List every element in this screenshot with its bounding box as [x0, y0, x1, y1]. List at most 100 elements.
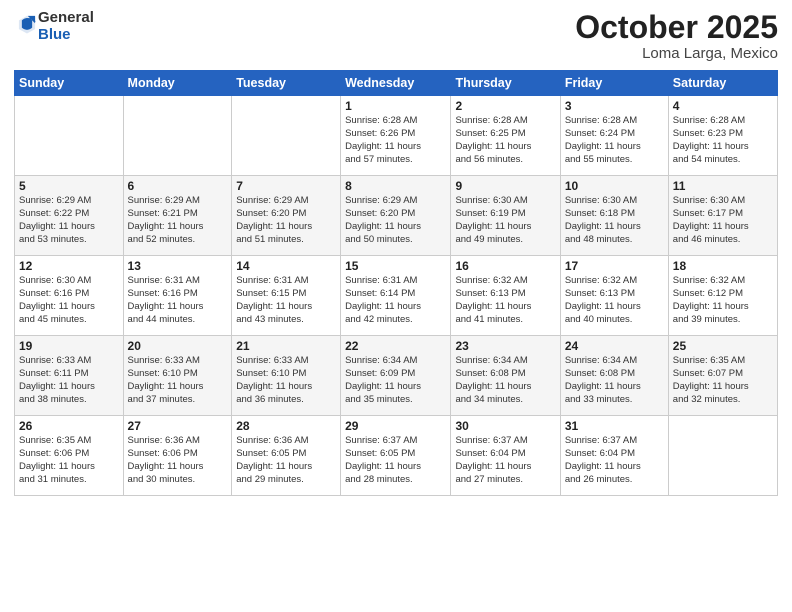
- calendar-cell: 3 Sunrise: 6:28 AM Sunset: 6:24 PM Daylig…: [560, 96, 668, 176]
- day-info: Sunrise: 6:32 AM Sunset: 6:13 PM Dayligh…: [455, 275, 555, 326]
- day-number: 31: [565, 419, 664, 433]
- title-block: October 2025 Loma Larga, Mexico: [575, 10, 778, 62]
- day-number: 15: [345, 259, 446, 273]
- day-info: Sunrise: 6:28 AM Sunset: 6:24 PM Dayligh…: [565, 115, 664, 166]
- day-info: Sunrise: 6:29 AM Sunset: 6:20 PM Dayligh…: [345, 195, 446, 246]
- day-info: Sunrise: 6:37 AM Sunset: 6:05 PM Dayligh…: [345, 435, 446, 486]
- day-number: 7: [236, 179, 336, 193]
- calendar-cell: 12 Sunrise: 6:30 AM Sunset: 6:16 PM Dayli…: [15, 256, 124, 336]
- day-number: 1: [345, 99, 446, 113]
- day-info: Sunrise: 6:31 AM Sunset: 6:15 PM Dayligh…: [236, 275, 336, 326]
- weekday-header-thursday: Thursday: [451, 71, 560, 96]
- calendar-cell: 17Sunrise: 6:32 AM Sunset: 6:13 PM Dayli…: [560, 256, 668, 336]
- day-info: Sunrise: 6:32 AM Sunset: 6:12 PM Dayligh…: [673, 275, 773, 326]
- calendar-cell: 29 Sunrise: 6:37 AM Sunset: 6:05 PM Dayli…: [341, 416, 451, 496]
- calendar-cell: 11Sunrise: 6:30 AM Sunset: 6:17 PM Dayli…: [668, 176, 777, 256]
- calendar-cell: 6 Sunrise: 6:29 AM Sunset: 6:21 PM Daylig…: [123, 176, 232, 256]
- day-number: 5: [19, 179, 119, 193]
- weekday-header-friday: Friday: [560, 71, 668, 96]
- day-info: Sunrise: 6:37 AM Sunset: 6:04 PM Dayligh…: [455, 435, 555, 486]
- day-number: 18: [673, 259, 773, 273]
- calendar-cell: 5 Sunrise: 6:29 AM Sunset: 6:22 PM Daylig…: [15, 176, 124, 256]
- calendar-cell: 25 Sunrise: 6:35 AM Sunset: 6:07 PM Dayli…: [668, 336, 777, 416]
- day-info: Sunrise: 6:33 AM Sunset: 6:11 PM Dayligh…: [19, 355, 119, 406]
- day-info: Sunrise: 6:37 AM Sunset: 6:04 PM Dayligh…: [565, 435, 664, 486]
- calendar-cell: 16 Sunrise: 6:32 AM Sunset: 6:13 PM Dayli…: [451, 256, 560, 336]
- day-number: 4: [673, 99, 773, 113]
- weekday-header-tuesday: Tuesday: [232, 71, 341, 96]
- day-info: Sunrise: 6:31 AM Sunset: 6:14 PM Dayligh…: [345, 275, 446, 326]
- calendar-cell: 28 Sunrise: 6:36 AM Sunset: 6:05 PM Dayli…: [232, 416, 341, 496]
- day-number: 26: [19, 419, 119, 433]
- calendar-cell: 31 Sunrise: 6:37 AM Sunset: 6:04 PM Dayli…: [560, 416, 668, 496]
- day-info: Sunrise: 6:34 AM Sunset: 6:09 PM Dayligh…: [345, 355, 446, 406]
- calendar-cell: 23Sunrise: 6:34 AM Sunset: 6:08 PM Dayli…: [451, 336, 560, 416]
- week-row-1: 1Sunrise: 6:28 AM Sunset: 6:26 PM Daylig…: [15, 96, 778, 176]
- day-info: Sunrise: 6:28 AM Sunset: 6:23 PM Dayligh…: [673, 115, 773, 166]
- weekday-header-sunday: Sunday: [15, 71, 124, 96]
- calendar-cell: 18 Sunrise: 6:32 AM Sunset: 6:12 PM Dayli…: [668, 256, 777, 336]
- day-info: Sunrise: 6:29 AM Sunset: 6:20 PM Dayligh…: [236, 195, 336, 246]
- day-info: Sunrise: 6:31 AM Sunset: 6:16 PM Dayligh…: [128, 275, 228, 326]
- calendar-cell: 15 Sunrise: 6:31 AM Sunset: 6:14 PM Dayli…: [341, 256, 451, 336]
- day-info: Sunrise: 6:30 AM Sunset: 6:18 PM Dayligh…: [565, 195, 664, 246]
- day-info: Sunrise: 6:32 AM Sunset: 6:13 PM Dayligh…: [565, 275, 664, 326]
- calendar-cell: 14Sunrise: 6:31 AM Sunset: 6:15 PM Dayli…: [232, 256, 341, 336]
- main-container: General Blue October 2025 Loma Larga, Me…: [0, 0, 792, 612]
- calendar-cell: 20 Sunrise: 6:33 AM Sunset: 6:10 PM Dayli…: [123, 336, 232, 416]
- day-info: Sunrise: 6:36 AM Sunset: 6:05 PM Dayligh…: [236, 435, 336, 486]
- day-number: 30: [455, 419, 555, 433]
- calendar-cell: 21 Sunrise: 6:33 AM Sunset: 6:10 PM Dayli…: [232, 336, 341, 416]
- day-number: 27: [128, 419, 228, 433]
- day-number: 6: [128, 179, 228, 193]
- week-row-5: 26Sunrise: 6:35 AM Sunset: 6:06 PM Dayli…: [15, 416, 778, 496]
- logo: General Blue: [14, 10, 94, 43]
- weekday-header-wednesday: Wednesday: [341, 71, 451, 96]
- calendar-cell: [123, 96, 232, 176]
- weekday-header-row: SundayMondayTuesdayWednesdayThursdayFrid…: [15, 71, 778, 96]
- day-info: Sunrise: 6:36 AM Sunset: 6:06 PM Dayligh…: [128, 435, 228, 486]
- day-info: Sunrise: 6:30 AM Sunset: 6:16 PM Dayligh…: [19, 275, 119, 326]
- calendar-cell: 22 Sunrise: 6:34 AM Sunset: 6:09 PM Dayli…: [341, 336, 451, 416]
- day-number: 20: [128, 339, 228, 353]
- day-info: Sunrise: 6:33 AM Sunset: 6:10 PM Dayligh…: [128, 355, 228, 406]
- day-number: 9: [455, 179, 555, 193]
- day-info: Sunrise: 6:29 AM Sunset: 6:21 PM Dayligh…: [128, 195, 228, 246]
- day-number: 3: [565, 99, 664, 113]
- location: Loma Larga, Mexico: [575, 45, 778, 62]
- day-number: 2: [455, 99, 555, 113]
- day-number: 12: [19, 259, 119, 273]
- day-info: Sunrise: 6:34 AM Sunset: 6:08 PM Dayligh…: [565, 355, 664, 406]
- calendar-cell: 1Sunrise: 6:28 AM Sunset: 6:26 PM Daylig…: [341, 96, 451, 176]
- calendar-cell: 27 Sunrise: 6:36 AM Sunset: 6:06 PM Dayli…: [123, 416, 232, 496]
- weekday-header-monday: Monday: [123, 71, 232, 96]
- day-info: Sunrise: 6:33 AM Sunset: 6:10 PM Dayligh…: [236, 355, 336, 406]
- logo-icon: [16, 13, 38, 35]
- day-number: 25: [673, 339, 773, 353]
- calendar-cell: 2 Sunrise: 6:28 AM Sunset: 6:25 PM Daylig…: [451, 96, 560, 176]
- day-info: Sunrise: 6:28 AM Sunset: 6:25 PM Dayligh…: [455, 115, 555, 166]
- day-number: 21: [236, 339, 336, 353]
- calendar-cell: [232, 96, 341, 176]
- calendar-table: SundayMondayTuesdayWednesdayThursdayFrid…: [14, 70, 778, 496]
- calendar-cell: 19 Sunrise: 6:33 AM Sunset: 6:11 PM Dayli…: [15, 336, 124, 416]
- day-info: Sunrise: 6:30 AM Sunset: 6:17 PM Dayligh…: [673, 195, 773, 246]
- day-info: Sunrise: 6:34 AM Sunset: 6:08 PM Dayligh…: [455, 355, 555, 406]
- day-info: Sunrise: 6:35 AM Sunset: 6:07 PM Dayligh…: [673, 355, 773, 406]
- day-number: 16: [455, 259, 555, 273]
- day-number: 10: [565, 179, 664, 193]
- week-row-2: 5 Sunrise: 6:29 AM Sunset: 6:22 PM Daylig…: [15, 176, 778, 256]
- logo-text: General Blue: [38, 10, 94, 43]
- week-row-3: 12 Sunrise: 6:30 AM Sunset: 6:16 PM Dayli…: [15, 256, 778, 336]
- weekday-header-saturday: Saturday: [668, 71, 777, 96]
- day-number: 28: [236, 419, 336, 433]
- day-info: Sunrise: 6:29 AM Sunset: 6:22 PM Dayligh…: [19, 195, 119, 246]
- calendar-cell: 10 Sunrise: 6:30 AM Sunset: 6:18 PM Dayli…: [560, 176, 668, 256]
- day-number: 22: [345, 339, 446, 353]
- header: General Blue October 2025 Loma Larga, Me…: [14, 10, 778, 62]
- calendar-cell: 30 Sunrise: 6:37 AM Sunset: 6:04 PM Dayli…: [451, 416, 560, 496]
- day-number: 8: [345, 179, 446, 193]
- day-number: 29: [345, 419, 446, 433]
- day-number: 19: [19, 339, 119, 353]
- calendar-cell: 7 Sunrise: 6:29 AM Sunset: 6:20 PM Daylig…: [232, 176, 341, 256]
